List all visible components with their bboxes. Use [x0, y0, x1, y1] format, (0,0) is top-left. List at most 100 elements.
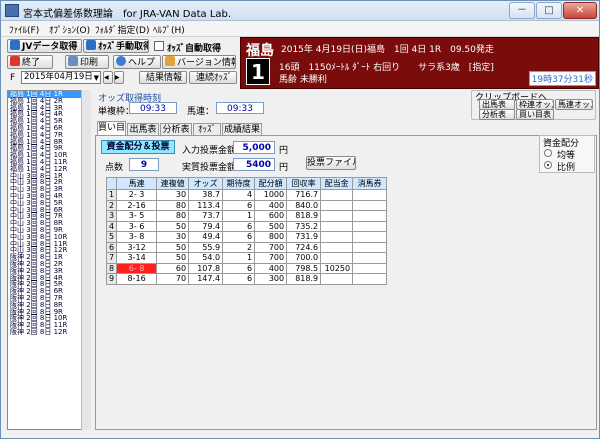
- table-cell: 30: [156, 231, 190, 243]
- table-cell: [352, 220, 388, 232]
- table-cell: 2: [105, 199, 118, 211]
- table-cell: 798.5: [286, 262, 322, 274]
- table-cell: 6: [222, 220, 256, 232]
- table-cell: 38.7: [188, 189, 224, 201]
- column-header: 期待度: [222, 177, 256, 190]
- table-cell: 55.9: [188, 241, 224, 253]
- table-cell: 30: [156, 189, 190, 201]
- odds-manual-button[interactable]: ｵｯｽﾞ手動取得: [83, 39, 149, 53]
- allocation-vote-button[interactable]: 資金配分＆投票: [101, 140, 175, 154]
- points-value: 9: [129, 158, 159, 171]
- table-cell: 600: [254, 210, 288, 222]
- table-cell: 818.9: [286, 210, 322, 222]
- table-row[interactable]: 3 3- 5 80 73.7 1 600 818.9: [105, 210, 388, 222]
- maximize-button[interactable]: □: [536, 2, 562, 19]
- race-info-panel: 福島 2015年 4月19日(日)福島 1回 4日 1R 09.50発走 1 1…: [240, 37, 599, 89]
- odds-auto-checkbox[interactable]: [154, 41, 164, 51]
- table-cell: 70: [156, 273, 190, 285]
- date-value: 2015年04月19日: [24, 72, 93, 82]
- table-cell: [352, 199, 388, 211]
- menu-options[interactable]: ｵﾌﾟｼｮﾝ(O): [49, 23, 90, 36]
- exit-button[interactable]: 終了: [7, 55, 53, 69]
- table-cell: 147.4: [188, 273, 224, 285]
- column-header: オッズ: [188, 177, 224, 190]
- table-row[interactable]: 7 3-14 50 54.0 1 700 700.0: [105, 252, 388, 264]
- table-cell: [352, 210, 388, 222]
- menu-folder[interactable]: ﾌｫﾙﾀﾞ指定(D): [95, 23, 149, 36]
- race-list-scrollbar[interactable]: [81, 90, 91, 430]
- help-button[interactable]: ヘルプ: [113, 55, 161, 69]
- table-row[interactable]: 8 6- 8 60 107.8 6 400 798.5 10250: [105, 262, 388, 274]
- continuous-odds-button[interactable]: 連続ｵｯｽﾞ: [189, 71, 237, 84]
- prev-date-button[interactable]: ◀: [103, 71, 113, 84]
- menu-bar: ﾌｧｲﾙ(F) ｵﾌﾟｼｮﾝ(O) ﾌｫﾙﾀﾞ指定(D) ﾍﾙﾌﾟ(H): [1, 21, 599, 37]
- input-total-field[interactable]: 5,000: [233, 141, 275, 154]
- table-cell: 6: [222, 262, 256, 274]
- print-button[interactable]: 印刷: [65, 55, 109, 69]
- menu-help[interactable]: ﾍﾙﾌﾟ(H): [153, 23, 185, 36]
- table-row[interactable]: 9 8-16 70 147.4 6 300 818.9: [105, 273, 388, 285]
- table-cell: 80: [156, 210, 190, 222]
- app-window: 宮本式偏差係数理論 for JRA-VAN Data Lab. － □ ✕ ﾌｧ…: [0, 0, 600, 439]
- minimize-button[interactable]: －: [509, 2, 535, 19]
- result-info-button[interactable]: 結果情報: [139, 71, 187, 84]
- tansho-time: 09:33: [129, 102, 177, 114]
- help-icon: [116, 56, 126, 66]
- table-cell: 6- 8: [116, 262, 158, 274]
- race-header: 2015年 4月19日(日)福島 1回 4日 1R 09.50発走: [281, 45, 494, 55]
- vote-file-button[interactable]: 投票ファイル: [306, 156, 356, 170]
- column-header: 回収率: [286, 177, 322, 190]
- table-cell: 724.6: [286, 241, 322, 253]
- print-label: 印刷: [80, 58, 99, 68]
- close-button[interactable]: ✕: [563, 2, 597, 19]
- allocation-group: 資金配分 均等 比例: [539, 135, 595, 173]
- column-header: 馬連: [116, 177, 158, 190]
- points-label: 点数: [105, 163, 124, 173]
- clip-kaime-button[interactable]: 買い目表: [516, 109, 554, 120]
- table-cell: [320, 189, 354, 201]
- table-cell: [320, 210, 354, 222]
- table-cell: [320, 231, 354, 243]
- version-button[interactable]: バージョン情報: [162, 55, 236, 69]
- table-cell: 840.0: [286, 199, 322, 211]
- table-cell: 3-12: [116, 241, 158, 253]
- table-cell: 6: [222, 273, 256, 285]
- equal-radio[interactable]: [544, 149, 552, 157]
- table-cell: 107.8: [188, 262, 224, 274]
- menu-file[interactable]: ﾌｧｲﾙ(F): [9, 23, 39, 36]
- clip-analysis-button[interactable]: 分析表: [479, 109, 515, 120]
- umaren-label: 馬連：: [187, 107, 215, 117]
- jv-label: JVデータ取得: [22, 42, 78, 52]
- actual-total-label: 実質投票金額: [182, 163, 237, 173]
- jv-data-button[interactable]: JVデータ取得: [7, 39, 82, 53]
- venue-title: 福島: [246, 43, 274, 59]
- race-list[interactable]: 福島 1回 4日 1R 福島 1回 4日 2R 福島 1回 4日 3R 福島 1回 4…: [7, 90, 91, 430]
- table-row[interactable]: 5 3- 8 30 49.4 6 800 731.9: [105, 231, 388, 243]
- table-cell: 50: [156, 220, 190, 232]
- table-cell: 500: [254, 220, 288, 232]
- table-row[interactable]: 1 2- 3 30 38.7 4 1000 716.7: [105, 189, 388, 201]
- table-cell: 1: [222, 210, 256, 222]
- table-row[interactable]: 2 2-16 80 113.4 6 400 840.0: [105, 199, 388, 211]
- odds-auto-label: ｵｯｽﾞ自動取得: [167, 44, 222, 54]
- chevron-down-icon: ▼: [93, 74, 99, 82]
- input-total-label: 入力投票金額: [182, 146, 237, 156]
- table-cell: [352, 273, 388, 285]
- column-header: 配分額: [254, 177, 288, 190]
- race-list-item[interactable]: 阪神 2回 8日 12R: [8, 328, 90, 336]
- table-cell: 6: [222, 199, 256, 211]
- umaren-time: 09:33: [216, 102, 264, 114]
- table-cell: 7: [105, 252, 118, 264]
- proportional-radio[interactable]: [544, 161, 552, 169]
- table-row[interactable]: 6 3-12 50 55.9 2 700 724.6: [105, 241, 388, 253]
- table-cell: 400: [254, 199, 288, 211]
- app-icon: [5, 4, 19, 17]
- clip-umaren-button[interactable]: 馬連オッズ: [555, 99, 593, 110]
- title-bar[interactable]: 宮本式偏差係数理論 for JRA-VAN Data Lab. － □ ✕: [1, 1, 599, 21]
- table-cell: [320, 199, 354, 211]
- next-date-button[interactable]: ▶: [114, 71, 124, 84]
- table-cell: 10250: [320, 262, 354, 274]
- date-select[interactable]: 2015年04月19日 ▼: [21, 71, 101, 84]
- table-row[interactable]: 4 3- 6 50 79.4 6 500 735.2: [105, 220, 388, 232]
- tab-kaime[interactable]: 買い目: [97, 121, 126, 136]
